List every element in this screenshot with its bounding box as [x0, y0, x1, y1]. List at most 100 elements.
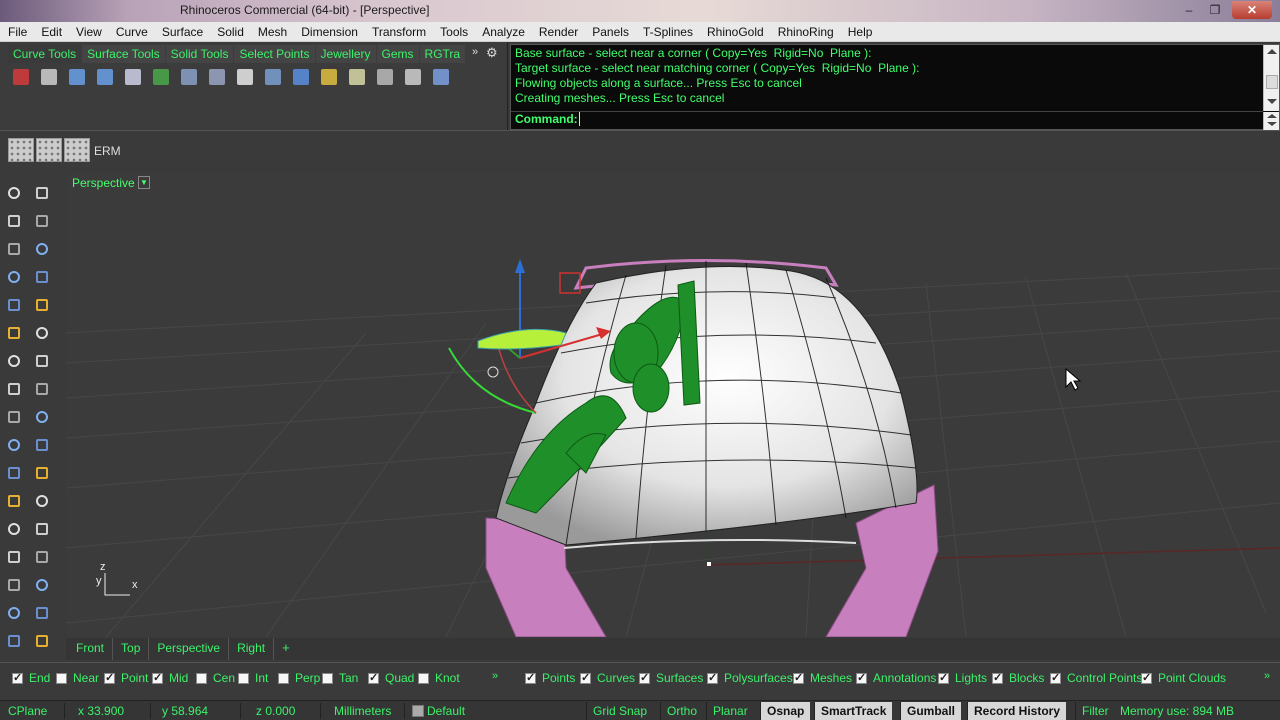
gear-icon[interactable]: ⚙: [486, 46, 500, 60]
menu-rhinogold[interactable]: RhinoGold: [699, 22, 770, 41]
checkbox[interactable]: [992, 671, 1003, 684]
checkbox[interactable]: [1050, 671, 1061, 684]
table-icon[interactable]: [32, 575, 52, 595]
ellipse-icon[interactable]: [4, 295, 24, 315]
grid-snap-toggle[interactable]: Grid Snap: [586, 702, 653, 720]
mesh-display-icon[interactable]: [36, 138, 62, 162]
filter-meshes[interactable]: Meshes: [793, 671, 852, 685]
scroll-thumb[interactable]: [1266, 75, 1278, 89]
group-icon[interactable]: [4, 463, 24, 483]
command-history-scrollbar[interactable]: [1263, 45, 1279, 111]
more-tools-icon[interactable]: [32, 631, 52, 651]
revolve-icon[interactable]: [32, 323, 52, 343]
scroll-down-icon[interactable]: [1267, 99, 1277, 104]
osnap-perp[interactable]: Perp: [278, 671, 320, 685]
move-tool-icon[interactable]: [32, 603, 52, 623]
menu-transform[interactable]: Transform: [364, 22, 432, 41]
sweep1-icon[interactable]: [66, 66, 88, 88]
filter-control-points[interactable]: Control Points: [1050, 671, 1142, 685]
filter-blocks[interactable]: Blocks: [992, 671, 1044, 685]
checkbox[interactable]: [56, 672, 67, 684]
edit-icon[interactable]: [32, 547, 52, 567]
blend-surface-icon[interactable]: [122, 66, 144, 88]
filter-points[interactable]: Points: [525, 671, 575, 685]
minimize-button[interactable]: –: [1176, 1, 1202, 19]
point-icon[interactable]: [32, 183, 52, 203]
smarttrack-toggle[interactable]: SmartTrack: [814, 702, 893, 720]
filter-curves[interactable]: Curves: [580, 671, 635, 685]
select-arrow-icon[interactable]: [4, 183, 24, 203]
tab-surface-tools[interactable]: Surface Tools: [82, 45, 165, 63]
extrude-icon[interactable]: [32, 379, 52, 399]
circle-icon[interactable]: [4, 239, 24, 259]
toolbar-more-icon[interactable]: »: [472, 46, 478, 58]
arc-icon[interactable]: [32, 239, 52, 259]
osnap-int[interactable]: Int: [238, 671, 268, 685]
perspective-viewport[interactable]: Perspective ▼ z y x: [66, 173, 1280, 637]
rectangle-icon[interactable]: [32, 267, 52, 287]
filter-more-icon[interactable]: »: [1264, 670, 1270, 682]
gem-icon[interactable]: [318, 66, 340, 88]
text-icon[interactable]: [4, 519, 24, 539]
grid-array-icon[interactable]: [234, 66, 256, 88]
checkbox[interactable]: [238, 672, 249, 684]
menu-surface[interactable]: Surface: [154, 22, 209, 41]
osnap-near[interactable]: Near: [56, 671, 99, 685]
ring-tool-icon[interactable]: [32, 407, 52, 427]
checkbox[interactable]: [196, 672, 207, 684]
osnap-end[interactable]: End: [12, 671, 50, 685]
menu-file[interactable]: File: [0, 22, 33, 41]
viewport-scene[interactable]: [66, 173, 1280, 637]
viewport-tab-perspective[interactable]: Perspective: [149, 638, 230, 660]
flow-along-surface-icon[interactable]: [262, 66, 284, 88]
menu-render[interactable]: Render: [531, 22, 584, 41]
checkbox[interactable]: [707, 671, 718, 684]
scroll-down-icon[interactable]: [1267, 122, 1277, 126]
osnap-mid[interactable]: Mid: [152, 671, 188, 685]
menu-solid[interactable]: Solid: [209, 22, 250, 41]
osnap-knot[interactable]: Knot: [418, 671, 460, 685]
tab-select-points[interactable]: Select Points: [234, 45, 315, 63]
sweep2-icon[interactable]: [94, 66, 116, 88]
pen-tool-icon[interactable]: [4, 631, 24, 651]
planar-toggle[interactable]: Planar: [706, 702, 754, 720]
mirror-icon[interactable]: [150, 66, 172, 88]
menu-edit[interactable]: Edit: [33, 22, 68, 41]
tab-gems[interactable]: Gems: [376, 45, 419, 63]
checkbox[interactable]: [580, 671, 591, 684]
checkbox[interactable]: [856, 671, 867, 684]
map-icon[interactable]: [346, 66, 368, 88]
cplane-label[interactable]: CPlane: [8, 704, 47, 718]
viewport-title[interactable]: Perspective: [72, 176, 135, 190]
mesh-display-icon[interactable]: [64, 138, 90, 162]
command-prompt[interactable]: Command:: [515, 112, 578, 126]
menu-t-splines[interactable]: T-Splines: [635, 22, 699, 41]
menu-tools[interactable]: Tools: [432, 22, 474, 41]
checkbox[interactable]: [152, 671, 163, 684]
polygon-icon[interactable]: [4, 267, 24, 287]
array-icon[interactable]: [206, 66, 228, 88]
filter-surfaces[interactable]: Surfaces: [639, 671, 703, 685]
checkbox[interactable]: [639, 671, 650, 684]
menu-panels[interactable]: Panels: [584, 22, 635, 41]
osnap-quad[interactable]: Quad: [368, 671, 414, 685]
chamfer-icon[interactable]: [32, 491, 52, 511]
trim-icon[interactable]: [4, 435, 24, 455]
menu-curve[interactable]: Curve: [108, 22, 154, 41]
box-icon[interactable]: [4, 351, 24, 371]
filter-polysurfaces[interactable]: Polysurfaces: [707, 671, 793, 685]
checkbox[interactable]: [322, 672, 333, 684]
scale-icon[interactable]: [178, 66, 200, 88]
osnap-tan[interactable]: Tan: [322, 671, 358, 685]
viewport-tab-right[interactable]: Right: [229, 638, 275, 660]
mesh-display-icon[interactable]: [8, 138, 34, 162]
curve-icon[interactable]: [32, 211, 52, 231]
viewport-tab-front[interactable]: Front: [68, 638, 114, 660]
snap-icon[interactable]: [4, 547, 24, 567]
menu-mesh[interactable]: Mesh: [250, 22, 293, 41]
filter-point-clouds[interactable]: Point Clouds: [1141, 671, 1226, 685]
cylinder-icon[interactable]: [4, 379, 24, 399]
polyline-icon[interactable]: [4, 211, 24, 231]
menu-rhinoring[interactable]: RhinoRing: [770, 22, 840, 41]
gumball-toggle[interactable]: Gumball: [900, 702, 962, 720]
